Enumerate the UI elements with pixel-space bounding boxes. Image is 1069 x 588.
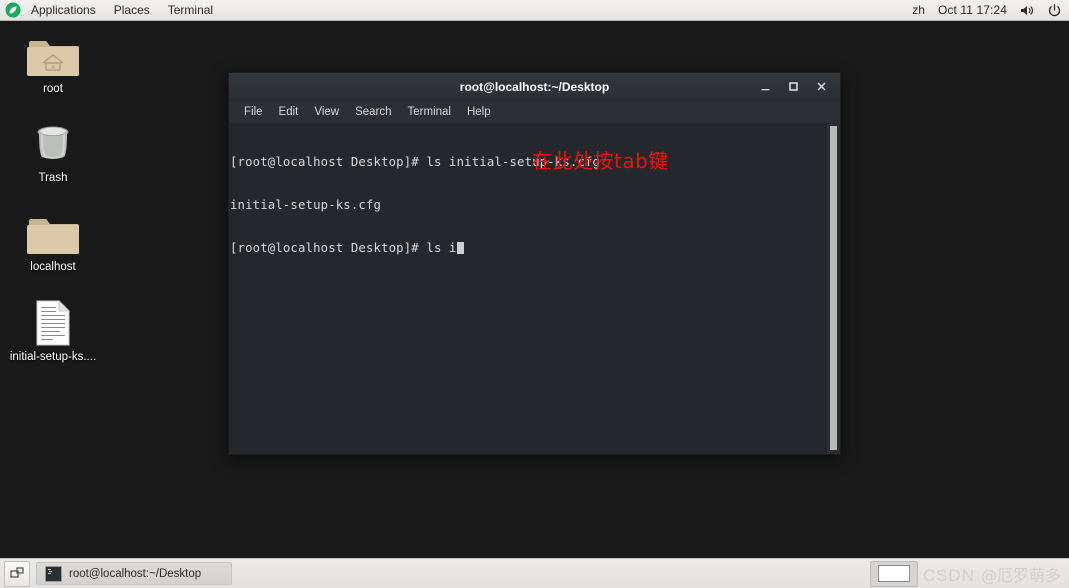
taskbar: root@localhost:~/Desktop CSDN @厄罗萌多 bbox=[0, 558, 1069, 588]
terminal-line: initial-setup-ks.cfg bbox=[230, 198, 382, 213]
vertical-scrollbar[interactable] bbox=[827, 124, 840, 454]
watermark: CSDN @厄罗萌多 bbox=[923, 562, 1061, 586]
top-panel: Applications Places Terminal zh Oct 11 1… bbox=[0, 0, 1069, 21]
menu-search[interactable]: Search bbox=[348, 104, 398, 120]
watermark-brand: CSDN bbox=[922, 565, 975, 585]
menu-view[interactable]: View bbox=[307, 104, 346, 120]
taskbar-right: CSDN @厄罗萌多 bbox=[869, 560, 1065, 587]
menu-search-label: Search bbox=[355, 106, 392, 118]
language-indicator[interactable]: zh bbox=[912, 3, 925, 17]
workspace-1[interactable] bbox=[877, 565, 910, 582]
desktop-icon-trash[interactable]: Trash bbox=[0, 117, 106, 185]
text-file-icon bbox=[0, 296, 106, 346]
terminal-line-with-cursor: [root@localhost Desktop]# ls i bbox=[230, 241, 600, 255]
desktop-icon-label: initial-setup-ks.... bbox=[9, 351, 97, 363]
home-folder-icon bbox=[0, 28, 106, 78]
menu-terminal[interactable]: Terminal bbox=[159, 0, 222, 20]
workspace-switcher[interactable] bbox=[869, 560, 918, 587]
menu-edit-label: Edit bbox=[278, 106, 299, 118]
menu-places-label: Places bbox=[113, 3, 150, 17]
volume-icon[interactable] bbox=[1020, 4, 1035, 17]
top-panel-left: Applications Places Terminal bbox=[0, 0, 222, 20]
menu-terminal-label: Terminal bbox=[407, 106, 451, 118]
minimize-icon[interactable] bbox=[758, 80, 772, 94]
window-titlebar[interactable]: root@localhost:~/Desktop bbox=[229, 73, 840, 101]
text-cursor bbox=[456, 241, 464, 254]
close-icon[interactable] bbox=[814, 80, 828, 94]
desktop-icon-label: localhost bbox=[30, 261, 76, 273]
terminal-window[interactable]: root@localhost:~/Desktop File Edit View … bbox=[228, 72, 841, 455]
menu-view-label: View bbox=[314, 106, 340, 118]
gnome-logo-icon[interactable] bbox=[4, 1, 22, 19]
desktop-icon-label: Trash bbox=[38, 172, 68, 184]
desktop-screen: Applications Places Terminal zh Oct 11 1… bbox=[0, 0, 1069, 588]
menu-file[interactable]: File bbox=[237, 104, 270, 120]
menu-file-label: File bbox=[244, 106, 263, 118]
desktop-icon-localhost[interactable]: localhost bbox=[0, 206, 106, 274]
maximize-icon[interactable] bbox=[786, 80, 800, 94]
menu-applications-label: Applications bbox=[31, 3, 96, 17]
taskbar-window-button[interactable]: root@localhost:~/Desktop bbox=[36, 562, 232, 585]
menu-edit[interactable]: Edit bbox=[272, 104, 306, 120]
desktop-icon-label: root bbox=[43, 83, 63, 95]
taskbar-window-label: root@localhost:~/Desktop bbox=[69, 567, 202, 580]
window-controls bbox=[758, 80, 840, 94]
menu-help-label: Help bbox=[466, 106, 491, 118]
trash-icon bbox=[0, 117, 106, 167]
terminal-menubar: File Edit View Search Terminal Help bbox=[229, 101, 840, 124]
annotation-text: 在此处按tab键 bbox=[532, 149, 669, 173]
show-desktop-icon[interactable] bbox=[4, 560, 30, 587]
menu-terminal[interactable]: Terminal bbox=[401, 104, 458, 120]
desktop-icon-initial-setup-ks[interactable]: initial-setup-ks.... bbox=[0, 296, 106, 364]
scrollbar-thumb[interactable] bbox=[830, 126, 837, 450]
top-panel-right: zh Oct 11 17:24 bbox=[912, 0, 1069, 20]
power-icon[interactable] bbox=[1048, 3, 1061, 17]
watermark-user: @厄罗萌多 bbox=[980, 565, 1061, 585]
menu-help[interactable]: Help bbox=[460, 104, 498, 120]
window-title: root@localhost:~/Desktop bbox=[459, 79, 610, 94]
terminal-output-area[interactable]: [root@localhost Desktop]# ls initial-set… bbox=[229, 124, 840, 454]
desktop-icon-root[interactable]: root bbox=[0, 28, 106, 96]
menu-applications[interactable]: Applications bbox=[22, 0, 105, 20]
terminal-line-text: [root@localhost Desktop]# ls i bbox=[230, 240, 457, 255]
clock[interactable]: Oct 11 17:24 bbox=[938, 3, 1007, 17]
menu-places[interactable]: Places bbox=[105, 0, 159, 20]
folder-icon bbox=[0, 206, 106, 256]
menu-terminal-label: Terminal bbox=[167, 3, 214, 17]
terminal-icon bbox=[45, 565, 62, 582]
